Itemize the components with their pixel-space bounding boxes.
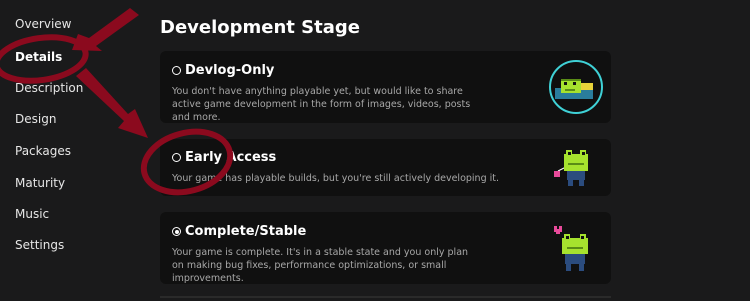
stage-option-label: Complete/Stable: [185, 224, 307, 239]
sidebar-item-music[interactable]: Music: [15, 207, 49, 221]
divider: [160, 296, 611, 298]
radio-button[interactable]: [172, 66, 181, 75]
stage-option-description: Your game has playable builds, but you'r…: [172, 173, 500, 184]
stage-option-description: Your game is complete. It's in a stable …: [172, 247, 469, 284]
sidebar-item-settings[interactable]: Settings: [15, 238, 64, 252]
stage-option-title: Devlog-Only: [172, 63, 274, 78]
frog-with-balloon-icon: [554, 150, 588, 186]
sidebar-item-maturity[interactable]: Maturity: [15, 176, 65, 190]
radio-button-selected[interactable]: [172, 227, 181, 236]
sidebar-item-packages[interactable]: Packages: [15, 144, 71, 158]
main-content: Development Stage Devlog-Only You don't …: [160, 0, 615, 301]
frog-in-bubble-icon: [549, 60, 603, 114]
stage-option-label: Devlog-Only: [185, 63, 275, 78]
sidebar-item-details[interactable]: Details: [15, 50, 62, 64]
section-title: Development Stage: [160, 17, 360, 38]
stage-option-title: Complete/Stable: [172, 224, 306, 239]
stage-option-label: Early Access: [185, 150, 277, 165]
sidebar: Overview Details Description Design Pack…: [0, 0, 140, 301]
frog-with-heart-icon: [554, 226, 588, 271]
sidebar-item-description[interactable]: Description: [15, 81, 83, 95]
stage-option-description: You don't have anything playable yet, bu…: [172, 86, 471, 123]
radio-button[interactable]: [172, 153, 181, 162]
sidebar-item-design[interactable]: Design: [15, 112, 56, 126]
stage-option-title: Early Access: [172, 150, 276, 165]
stage-option-devlog-only[interactable]: Devlog-Only You don't have anything play…: [160, 51, 611, 123]
stage-option-early-access[interactable]: Early Access Your game has playable buil…: [160, 139, 611, 196]
sidebar-item-overview[interactable]: Overview: [15, 17, 72, 31]
stage-option-complete-stable[interactable]: Complete/Stable Your game is complete. I…: [160, 212, 611, 284]
